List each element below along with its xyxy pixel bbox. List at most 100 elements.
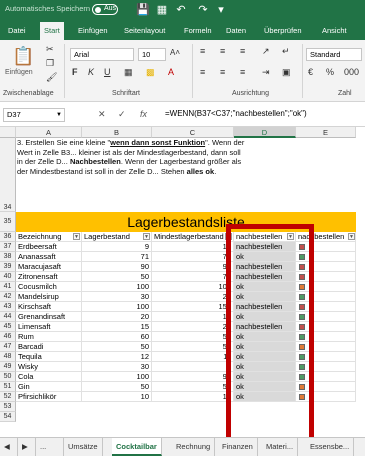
row-header[interactable]: 38 [0,252,16,262]
row-header[interactable]: 37 [0,242,16,252]
row-header[interactable]: 40 [0,272,16,282]
cell-mindestbestand[interactable]: 50 [152,342,234,352]
cell-lagerbestand[interactable]: 12 [82,352,152,362]
sheet-tab-material[interactable]: Materi... [262,438,299,456]
autosave-toggle[interactable]: Aus [92,4,118,15]
cell-bezeichnung[interactable]: Zitronensaft [16,272,82,282]
cancel-icon[interactable]: ✕ [98,109,106,120]
row-header[interactable]: 54 [0,412,16,422]
align-center-icon[interactable]: ≡ [220,67,225,77]
scroll-right-icon[interactable]: ▶ [18,438,36,456]
format-painter-icon[interactable]: 🖌 [46,72,57,83]
cell-mindestbestand[interactable]: 100 [152,282,234,292]
cell-mindestbestand[interactable]: 99 [152,372,234,382]
paste-icon[interactable]: 📋 [12,46,34,67]
merge-icon[interactable]: ▣ [282,67,291,78]
orientation-icon[interactable]: ↗ [262,46,270,57]
cell-bezeichnung[interactable]: Pfirsichlikör [16,392,82,402]
cell-mindestbestand[interactable]: 11 [152,352,234,362]
filter-dropdown-icon[interactable]: ▼ [143,233,150,240]
cut-icon[interactable]: ✂ [46,44,54,55]
row-header[interactable]: 42 [0,292,16,302]
row-header[interactable]: 44 [0,312,16,322]
cell-mindestbestand[interactable]: 10 [152,242,234,252]
undo-icon[interactable]: ↶ [174,3,188,17]
row-header[interactable]: 36 [0,232,16,242]
tab-formeln[interactable]: Formeln [180,22,216,40]
save-icon[interactable]: 💾 [136,3,150,17]
copy-icon[interactable]: ❐ [46,58,54,69]
cell-lagerbestand[interactable]: 10 [82,392,152,402]
row-header[interactable]: 52 [0,392,16,402]
scroll-left-icon[interactable]: ◀ [0,438,18,456]
cell-mindestbestand[interactable]: 150 [152,302,234,312]
cell-lagerbestand[interactable]: 100 [82,372,152,382]
row-header[interactable]: 41 [0,282,16,292]
cell-mindestbestand[interactable]: 10 [152,312,234,322]
enter-icon[interactable]: ✓ [118,109,126,120]
font-name-select[interactable]: Arial [70,48,134,61]
align-left-icon[interactable]: ≡ [200,67,205,77]
font-size-select[interactable]: 10 [138,48,166,61]
column-header-d[interactable]: D [234,127,296,138]
cell-lagerbestand[interactable]: 100 [82,302,152,312]
cell-bezeichnung[interactable]: Rum [16,332,82,342]
column-header-e[interactable]: E [296,127,356,138]
row-header[interactable]: 46 [0,332,16,342]
cell-lagerbestand[interactable]: 50 [82,342,152,352]
percent-icon[interactable]: % [326,67,334,77]
row-header[interactable]: 50 [0,372,16,382]
align-middle-icon[interactable]: ≡ [220,46,225,56]
cell-bezeichnung[interactable]: Ananassaft [16,252,82,262]
cell-lagerbestand[interactable]: 30 [82,362,152,372]
sheet-tab-umsaetze[interactable]: Umsätze [64,438,103,456]
cell-mindestbestand[interactable]: 20 [152,322,234,332]
cell-lagerbestand[interactable]: 9 [82,242,152,252]
cell-lagerbestand[interactable]: 90 [82,262,152,272]
name-box[interactable]: D37 ▼ [3,108,65,122]
tab-ueberpruefen[interactable]: Überprüfen [260,22,306,40]
cell-mindestbestand[interactable]: 70 [152,272,234,282]
cell-mindestbestand[interactable]: 95 [152,262,234,272]
more-sheets-icon[interactable]: ... [36,438,64,456]
row-header[interactable]: 35 [0,212,16,232]
row-header[interactable]: 47 [0,342,16,352]
cell-mindestbestand[interactable]: 10 [152,392,234,402]
italic-icon[interactable]: K [88,67,94,77]
cell-lagerbestand[interactable]: 71 [82,252,152,262]
row-header[interactable]: 34 [0,138,16,212]
sheet-tab-essensbestellung[interactable]: Essensbe... [306,438,355,456]
cell-mindestbestand[interactable]: 70 [152,252,234,262]
row-header[interactable]: 49 [0,362,16,372]
cell-lagerbestand[interactable]: 60 [82,332,152,342]
number-format-select[interactable]: Standard [306,48,362,61]
cell-mindestbestand[interactable]: 50 [152,382,234,392]
underline-icon[interactable]: U [104,67,111,77]
tab-daten[interactable]: Daten [222,22,250,40]
cell-lagerbestand[interactable]: 30 [82,292,152,302]
cell-lagerbestand[interactable]: 20 [82,312,152,322]
bold-icon[interactable]: F [72,67,78,77]
cell-lagerbestand[interactable]: 50 [82,272,152,282]
align-bottom-icon[interactable]: ≡ [240,46,245,56]
cell-bezeichnung[interactable]: Maracujasaft [16,262,82,272]
column-header-a[interactable]: A [16,127,82,138]
redo-icon[interactable]: ↷ [196,3,210,17]
borders-icon[interactable]: ▦ [124,67,133,78]
insert-function-icon[interactable]: fx [140,109,147,119]
row-header[interactable]: 51 [0,382,16,392]
cell-mindestbestand[interactable]: 25 [152,292,234,302]
thousands-icon[interactable]: 000 [344,67,359,77]
align-right-icon[interactable]: ≡ [240,67,245,77]
indent-icon[interactable]: ⇥ [262,67,270,78]
customize-icon[interactable]: ▾ [214,3,228,17]
cell-bezeichnung[interactable]: Kirschsaft [16,302,82,312]
header-cell-mindestbestand[interactable]: Mindestlagerbestand [152,232,234,242]
cell-bezeichnung[interactable]: Limensaft [16,322,82,332]
cell-bezeichnung[interactable]: Cola [16,372,82,382]
tab-datei[interactable]: Datei [4,22,30,40]
cell-lagerbestand[interactable]: 15 [82,322,152,332]
cell-bezeichnung[interactable]: Grenandinsaft [16,312,82,322]
wrap-text-icon[interactable]: ↵ [282,46,290,57]
font-color-icon[interactable]: A [168,67,174,77]
